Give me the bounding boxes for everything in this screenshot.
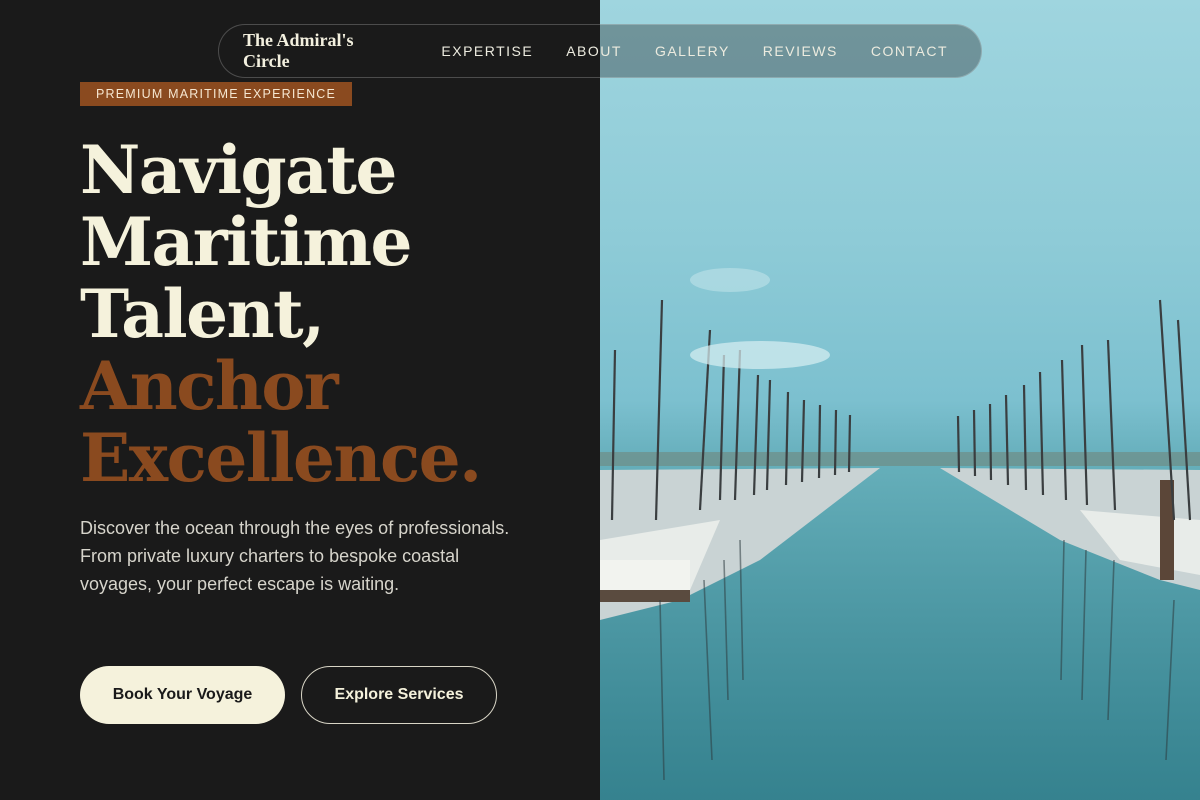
headline-line-2: Maritime (80, 203, 413, 281)
headline-line-3: Talent, (80, 275, 325, 353)
headline-line-1: Navigate (80, 131, 397, 209)
brand-logo[interactable]: The Admiral's Circle (243, 30, 385, 72)
nav-link-gallery[interactable]: GALLERY (655, 43, 730, 59)
marina-hero-image (600, 0, 1200, 800)
hero-headline: Navigate Maritime Talent, Anchor Excelle… (80, 131, 482, 497)
nav-links: EXPERTISE ABOUT GALLERY REVIEWS CONTACT (441, 43, 981, 59)
premium-badge: PREMIUM MARITIME EXPERIENCE (80, 82, 353, 106)
headline-accent-line-1: Anchor (80, 347, 339, 425)
marina-illustration (600, 268, 1200, 800)
explore-services-button[interactable]: Explore Services (301, 666, 497, 724)
nav-link-contact[interactable]: CONTACT (871, 43, 948, 59)
hero-description: Discover the ocean through the eyes of p… (80, 518, 510, 594)
nav-link-reviews[interactable]: REVIEWS (763, 43, 838, 59)
book-voyage-button[interactable]: Book Your Voyage (80, 666, 285, 724)
nav-link-about[interactable]: ABOUT (566, 43, 622, 59)
nav-link-expertise[interactable]: EXPERTISE (441, 43, 533, 59)
top-navigation: The Admiral's Circle EXPERTISE ABOUT GAL… (218, 24, 982, 78)
headline-accent-line-2: Excellence. (80, 419, 482, 497)
